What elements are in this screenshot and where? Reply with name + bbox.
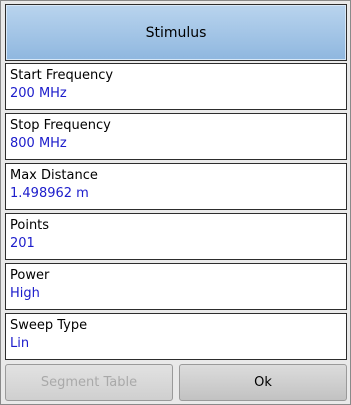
item-label: Sweep Type bbox=[10, 318, 88, 333]
item-label: Start Frequency bbox=[10, 68, 114, 83]
item-value: Lin bbox=[10, 336, 30, 351]
menu-item-power[interactable]: Power High bbox=[5, 263, 347, 310]
item-value: 1.498962 m bbox=[10, 186, 89, 201]
item-value: 800 MHz bbox=[10, 136, 67, 151]
item-label: Points bbox=[10, 218, 50, 233]
item-value: 201 bbox=[10, 236, 35, 251]
item-label: Max Distance bbox=[10, 168, 98, 183]
menu-item-stop-frequency[interactable]: Stop Frequency 800 MHz bbox=[5, 113, 347, 160]
menu-item-sweep-type[interactable]: Sweep Type Lin bbox=[5, 313, 347, 360]
item-value: 200 MHz bbox=[10, 86, 67, 101]
menu-item-start-frequency[interactable]: Start Frequency 200 MHz bbox=[5, 63, 347, 110]
segment-table-button: Segment Table bbox=[5, 364, 173, 401]
item-value: High bbox=[10, 286, 40, 301]
menu-item-max-distance[interactable]: Max Distance 1.498962 m bbox=[5, 163, 347, 210]
item-label: Stop Frequency bbox=[10, 118, 111, 133]
menu-item-points[interactable]: Points 201 bbox=[5, 213, 347, 260]
item-label: Power bbox=[10, 268, 50, 283]
dialog-title: Stimulus bbox=[5, 4, 347, 61]
stimulus-dialog: Stimulus Start Frequency 200 MHz Stop Fr… bbox=[0, 0, 351, 405]
ok-button[interactable]: Ok bbox=[179, 364, 347, 401]
